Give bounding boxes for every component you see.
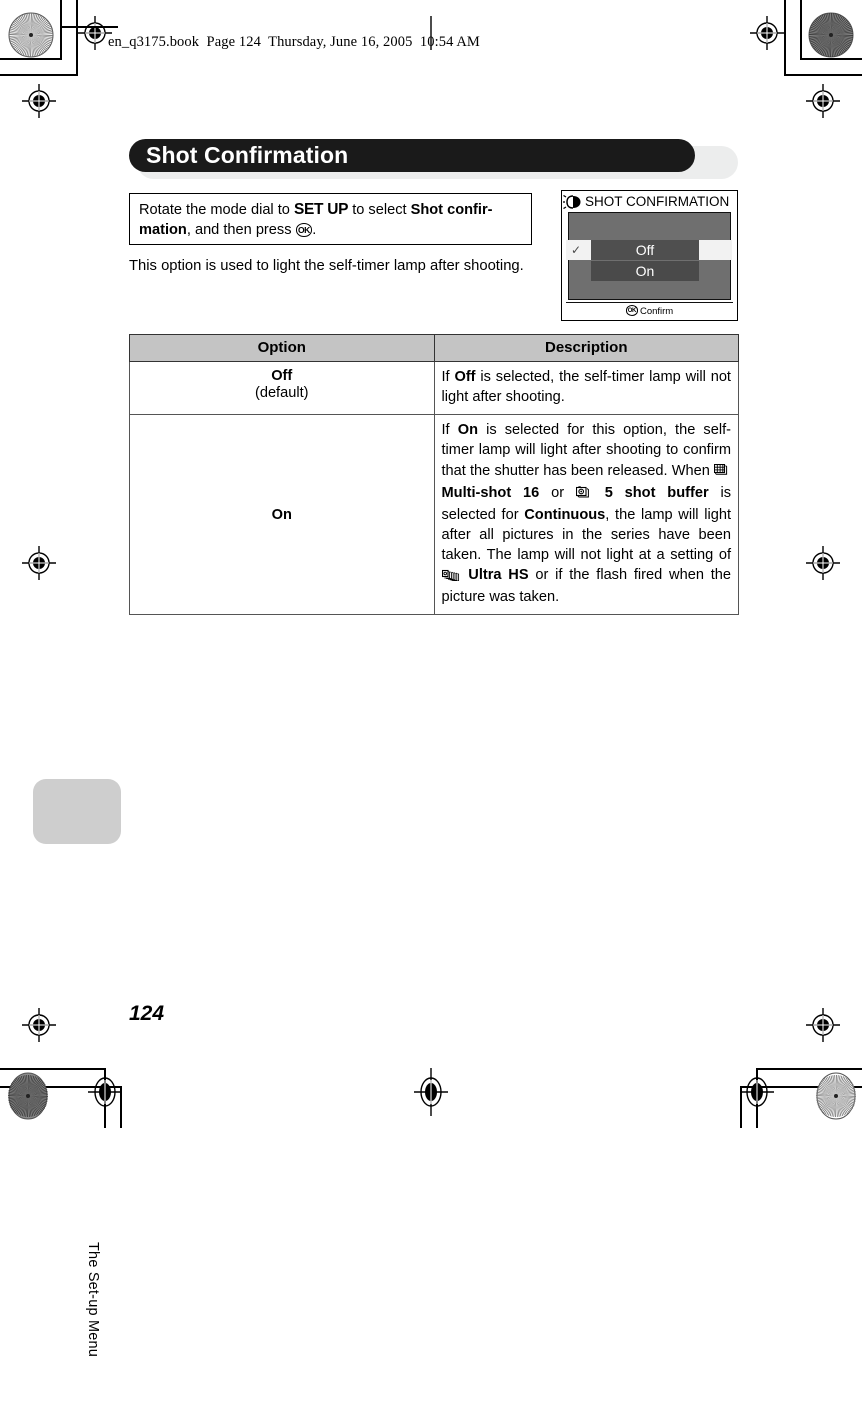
column-header-description: Description [433,334,739,362]
lcd-divider [566,301,733,303]
emphasis-text: 5 shot buffer [592,484,709,501]
table-header-row: Option Description [129,334,739,362]
description-cell: If On is selected for this option, the s… [433,414,739,616]
page-title: Shot Confirmation [146,142,349,168]
section-thumb-tab [33,779,121,844]
instruction-box: Rotate the mode dial to SET UP to select… [129,193,532,245]
option-cell: Off (default) [129,360,435,416]
banner-bar: Shot Confirmation [129,139,695,172]
emphasis-text: Continuous [524,506,606,523]
lcd-footer: OK Confirm [562,305,737,317]
ok-button-icon: OK [295,223,313,238]
five-shot-buffer-icon [575,485,591,505]
camera-lcd-illustration: SHOT CONFIRMATION ✓ Off On OK Confirm [561,190,738,321]
lcd-option-on-label: On [635,263,655,279]
option-name: On [271,506,292,523]
lcd-title-row: SHOT CONFIRMATION [562,192,737,211]
ok-button-icon: OK [625,305,638,316]
emphasis-text: Off [454,369,476,385]
mode-dial-setup-label: SET UP [293,201,349,218]
checkmark-icon: ✓ [570,243,582,257]
instruction-suffix: , and then press [186,221,296,238]
instruction-prefix: Rotate the mode dial to [139,202,294,218]
lcd-title-text: SHOT CONFIRMATION [585,194,730,209]
description-cell: If Off is selected, the self-timer lamp … [433,360,739,416]
page-number: 124 [129,1002,165,1025]
lcd-footer-label: Confirm [639,306,674,317]
ultra-hs-stack-icon [441,567,460,587]
option-subtext: (default) [254,385,309,401]
option-name: Off [271,368,293,384]
self-timer-lamp-icon [563,194,582,209]
section-title-banner: Shot Confirmation [129,139,738,179]
lcd-option-on[interactable]: On [591,261,699,281]
lcd-option-off[interactable]: ✓ Off [566,240,732,260]
instruction-period: . [312,221,317,238]
emphasis-text: On [457,422,478,439]
emphasis-text: Ultra HS [461,567,529,584]
table-body: Off (default) If Off is selected, the se… [129,360,739,616]
multi-shot-grid-icon [713,463,729,483]
running-head: The Set-up Menu [85,1242,101,1358]
table-row: On If On is selected for this option, th… [129,414,739,616]
lcd-option-off-label: Off [591,240,699,260]
table-row: Off (default) If Off is selected, the se… [129,360,739,416]
intro-paragraph: This option is used to light the self-ti… [129,258,524,274]
option-cell: On [129,414,435,616]
instruction-middle: to select [348,202,411,218]
page-content: Shot Confirmation Rotate the mode dial t… [0,0,862,1357]
lcd-menu-body: ✓ Off On [566,212,732,300]
options-table: Option Description Off (default) If Off … [129,334,739,616]
column-header-option: Option [129,334,435,362]
emphasis-text: Multi-shot 16 [441,484,540,501]
